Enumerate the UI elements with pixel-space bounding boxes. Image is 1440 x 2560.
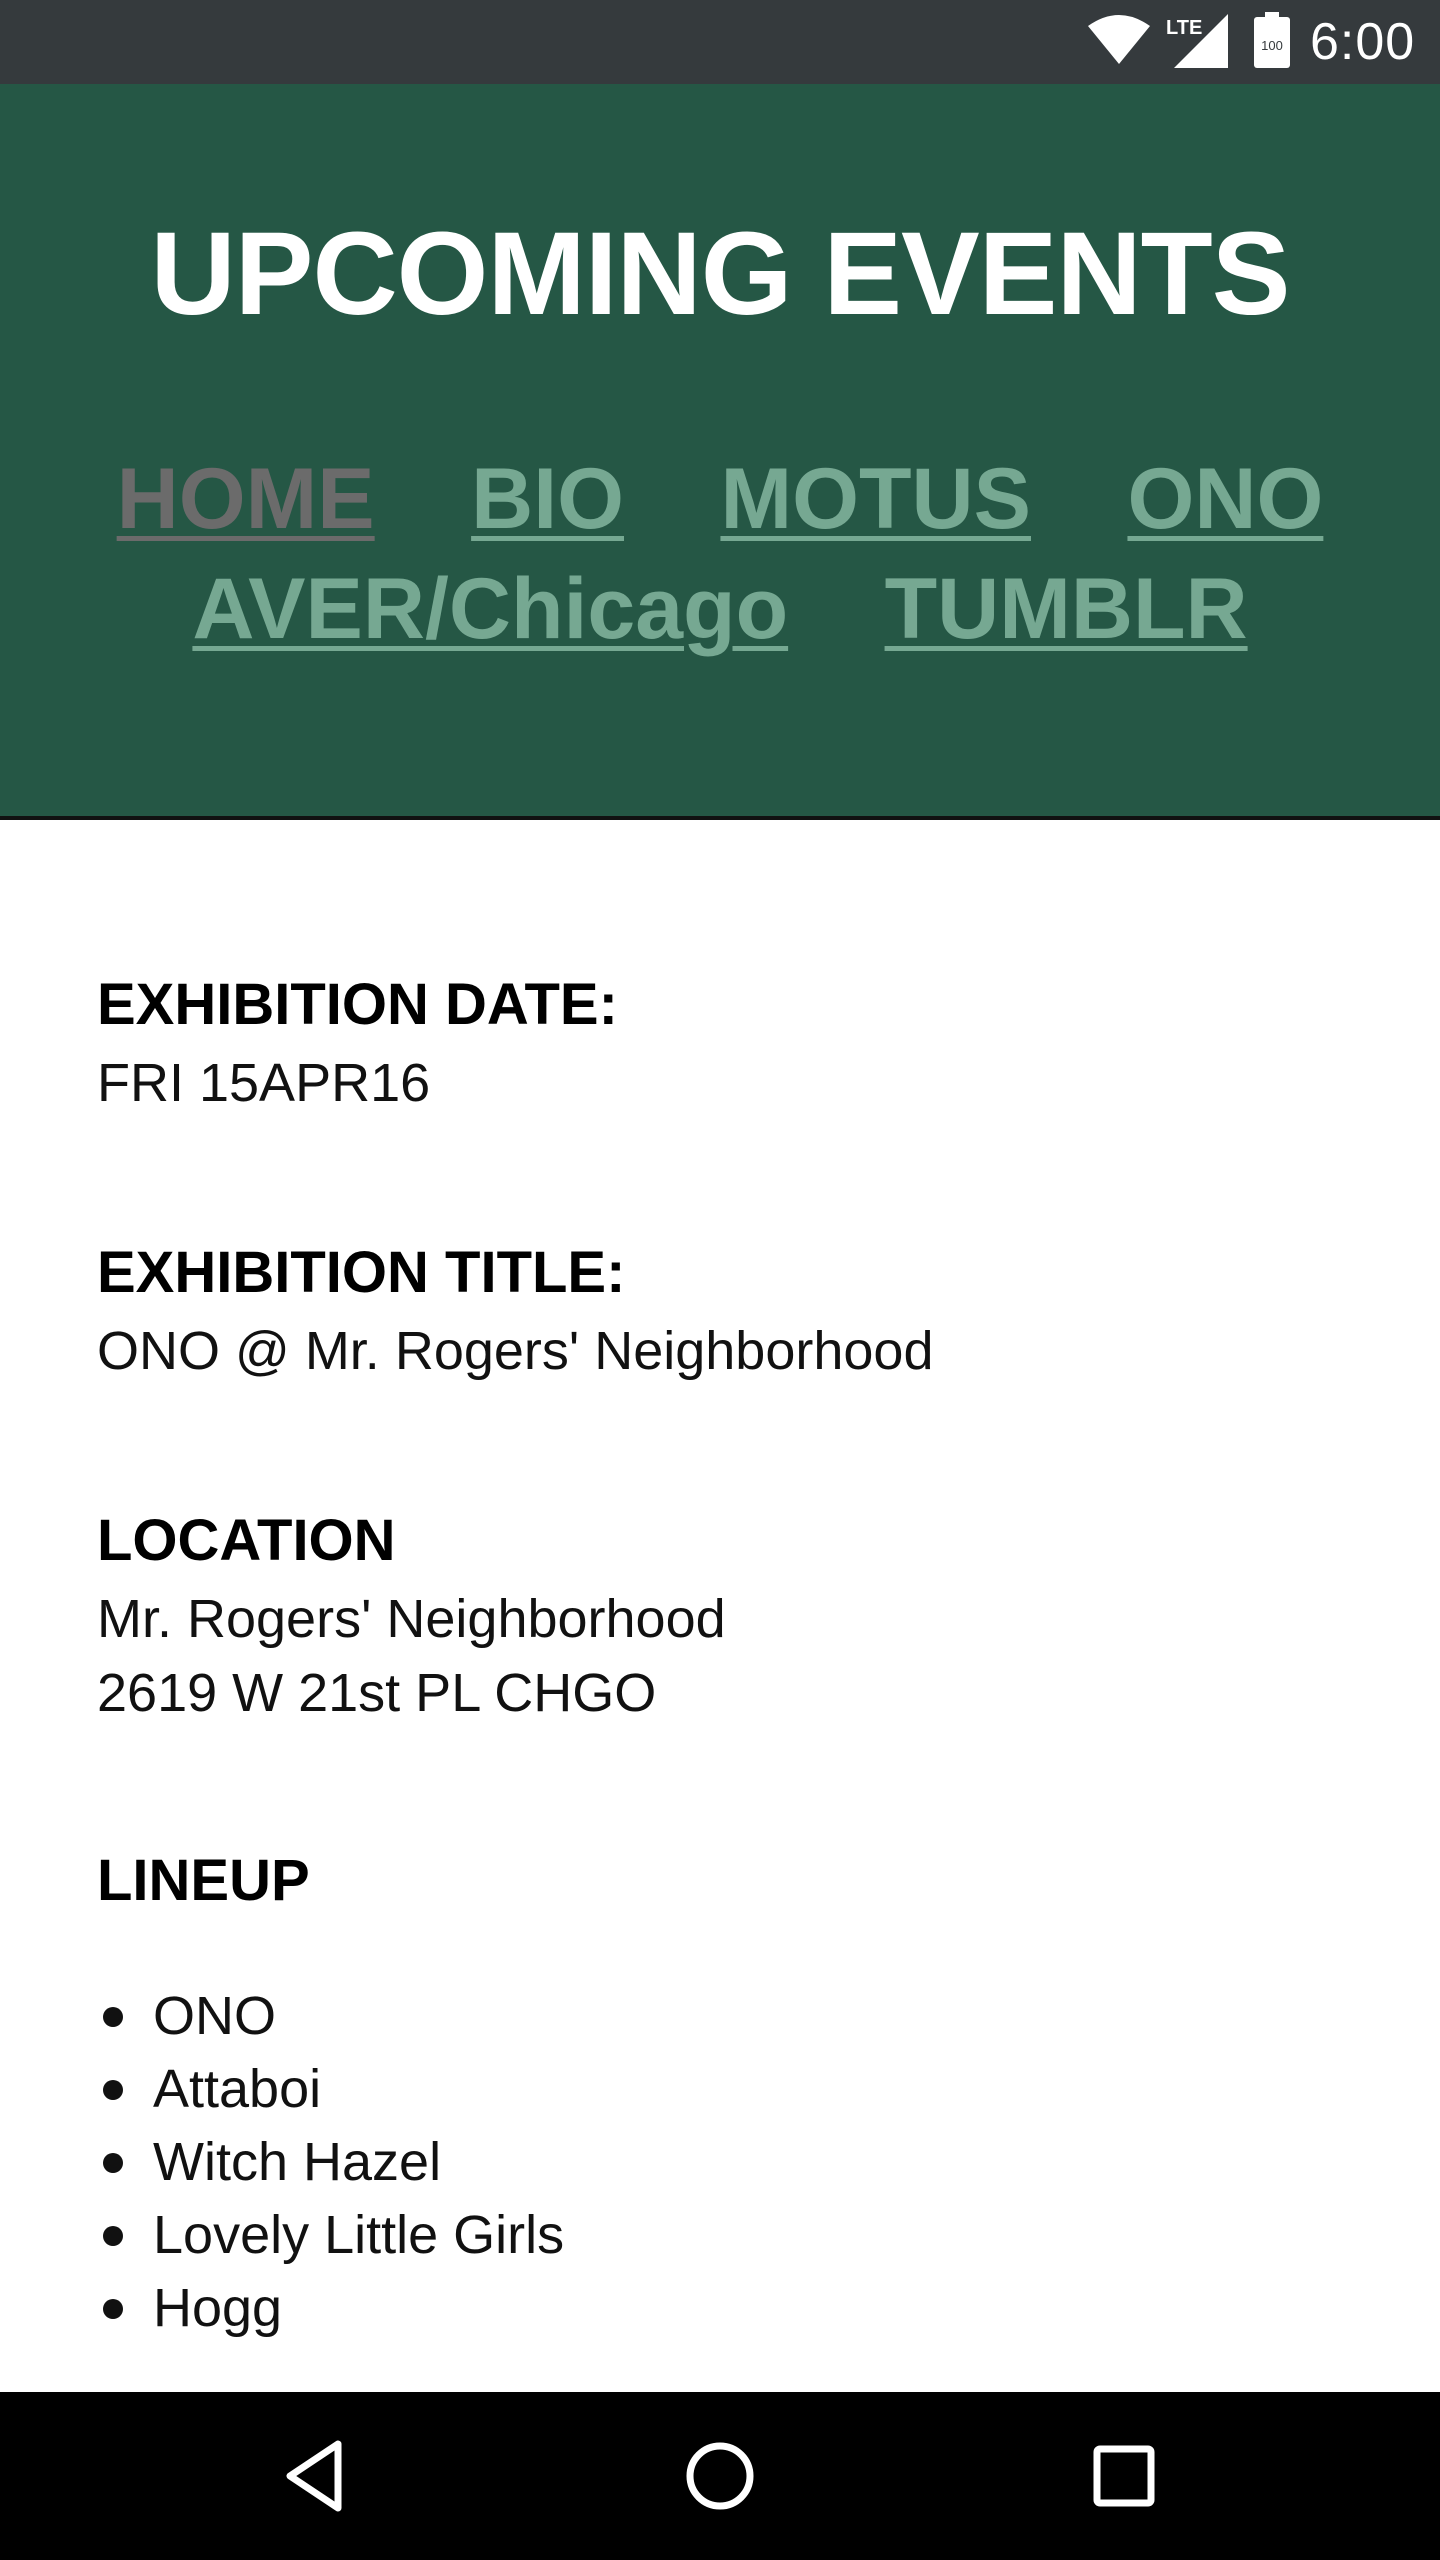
event-details: EXHIBITION DATE: FRI 15APR16 EXHIBITION …	[0, 820, 1440, 2392]
location-address: 2619 W 21st PL CHGO	[97, 1663, 657, 1723]
nav-link-aver-chicago[interactable]: AVER/Chicago	[192, 554, 788, 664]
location-label: LOCATION	[97, 1508, 396, 1573]
exhibition-date-label: EXHIBITION DATE:	[97, 972, 618, 1037]
nav-link-motus[interactable]: MOTUS	[720, 444, 1031, 554]
network-type: LTE	[1166, 17, 1202, 39]
cell-signal-icon: LTE	[1166, 14, 1228, 68]
main-nav-row-2: AVER/Chicago TUMBLR	[0, 554, 1440, 664]
lineup-label: LINEUP	[97, 1848, 310, 1913]
location-name: Mr. Rogers' Neighborhood	[97, 1589, 726, 1649]
exhibition-date-value: FRI 15APR16	[97, 1053, 431, 1113]
main-nav-row-1: HOME BIO MOTUS ONO	[0, 444, 1440, 554]
lineup-item: Attaboi	[97, 2053, 564, 2126]
wifi-icon	[1088, 15, 1150, 64]
status-bar: LTE 100 6:00	[0, 0, 1440, 84]
site-header: UPCOMING EVENTS HOME BIO MOTUS ONO AVER/…	[0, 84, 1440, 820]
recents-icon[interactable]	[1084, 2436, 1164, 2516]
nav-link-tumblr[interactable]: TUMBLR	[885, 554, 1248, 664]
nav-link-home[interactable]: HOME	[117, 444, 375, 554]
exhibition-title-label: EXHIBITION TITLE:	[97, 1240, 626, 1305]
clock: 6:00	[1310, 13, 1416, 71]
lineup-list: ONO Attaboi Witch Hazel Lovely Little Gi…	[97, 1980, 564, 2345]
battery-level: 100	[1261, 38, 1283, 53]
home-icon[interactable]	[680, 2436, 760, 2516]
page-title: UPCOMING EVENTS	[150, 208, 1291, 340]
exhibition-title-value: ONO @ Mr. Rogers' Neighborhood	[97, 1321, 934, 1381]
battery-icon: 100	[1254, 12, 1290, 68]
lineup-item: Hogg	[97, 2272, 564, 2345]
back-icon[interactable]	[276, 2436, 356, 2516]
nav-link-ono[interactable]: ONO	[1127, 444, 1323, 554]
lineup-item: ONO	[97, 1980, 564, 2053]
nav-link-bio[interactable]: BIO	[471, 444, 624, 554]
lineup-item: Witch Hazel	[97, 2126, 564, 2199]
system-nav-bar	[0, 2392, 1440, 2560]
lineup-item: Lovely Little Girls	[97, 2199, 564, 2272]
